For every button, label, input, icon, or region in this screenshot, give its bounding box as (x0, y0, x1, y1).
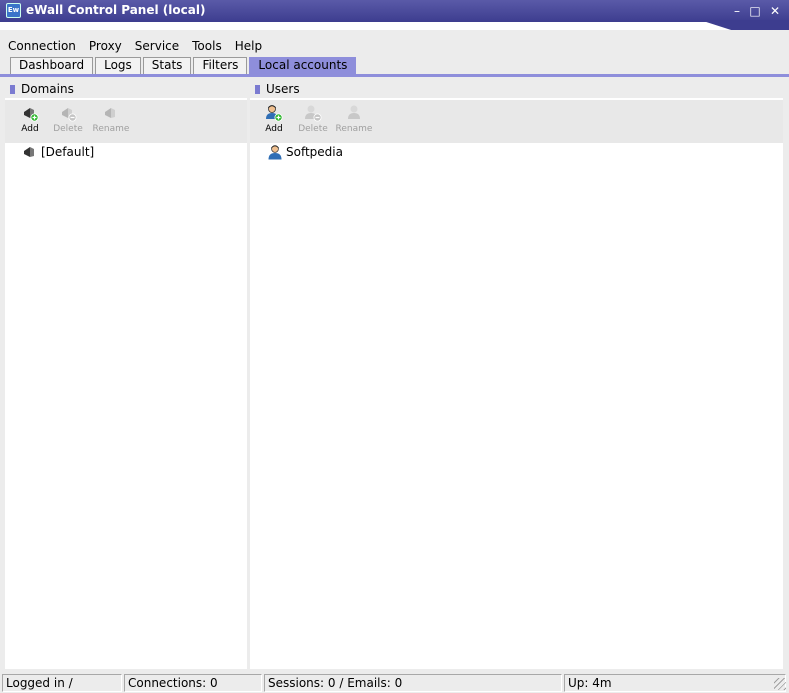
delete-domain-icon (59, 104, 77, 122)
rename-domain-icon (102, 104, 120, 122)
status-login: Logged in / (2, 674, 122, 692)
header-bullet (10, 84, 15, 94)
rename-user-label: Rename (335, 124, 373, 134)
status-sessions: Sessions: 0 / Emails: 0 (264, 674, 562, 692)
rename-domain-label: Rename (92, 124, 130, 134)
maximize-icon[interactable]: □ (746, 3, 764, 19)
rename-user-icon (345, 104, 363, 122)
rename-user-button[interactable]: Rename (332, 104, 376, 140)
user-item-softpedia[interactable]: Softpedia (267, 143, 343, 161)
add-user-icon (265, 104, 283, 122)
domains-toolbar: Add Delete Rename (5, 99, 247, 143)
status-uptime: Up: 4m (564, 674, 786, 692)
users-list: Softpedia (250, 143, 783, 669)
domain-item-default[interactable]: [Default] (22, 143, 94, 161)
menu-tools[interactable]: Tools (184, 37, 227, 55)
domains-header: Domains (5, 80, 247, 98)
tab-filters[interactable]: Filters (193, 57, 248, 74)
delete-user-label: Delete (298, 124, 328, 134)
menu-help[interactable]: Help (227, 37, 267, 55)
menu-service[interactable]: Service (127, 37, 184, 55)
resize-grip-icon[interactable] (774, 678, 786, 690)
tab-stats[interactable]: Stats (142, 57, 192, 74)
add-domain-icon (21, 104, 39, 122)
tab-dashboard[interactable]: Dashboard (10, 57, 94, 74)
close-icon[interactable]: ✕ (766, 3, 784, 19)
user-item-label: Softpedia (286, 145, 343, 159)
users-toolbar: Add Delete Rename (250, 99, 783, 143)
delete-domain-button[interactable]: Delete (46, 104, 90, 140)
header-bullet (255, 84, 260, 94)
tab-underline (0, 74, 789, 77)
domain-icon (22, 144, 38, 160)
window-title: eWall Control Panel (local) (26, 3, 206, 17)
user-icon (267, 144, 283, 160)
menu-bar: Connection Proxy Service Tools Help (0, 37, 267, 55)
minimize-icon[interactable]: – (728, 3, 746, 19)
tab-local-accounts[interactable]: Local accounts (249, 57, 357, 74)
delete-user-button[interactable]: Delete (291, 104, 335, 140)
domain-item-label: [Default] (41, 145, 95, 159)
menu-connection[interactable]: Connection (0, 37, 81, 55)
users-header: Users (250, 80, 783, 98)
title-bar-tail (700, 20, 789, 30)
rename-domain-button[interactable]: Rename (89, 104, 133, 140)
status-connections: Connections: 0 (124, 674, 262, 692)
delete-domain-label: Delete (53, 124, 83, 134)
title-bar: Ew eWall Control Panel (local) – □ ✕ (0, 0, 789, 30)
add-user-button[interactable]: Add (252, 104, 296, 140)
menu-proxy[interactable]: Proxy (81, 37, 127, 55)
domains-panel: Domains Add Delete Rename [Default] (5, 80, 247, 669)
status-bar: Logged in / Connections: 0 Sessions: 0 /… (0, 673, 789, 693)
domains-header-label: Domains (21, 82, 74, 96)
add-user-label: Add (265, 124, 283, 134)
domains-list: [Default] (5, 143, 247, 669)
tab-logs[interactable]: Logs (95, 57, 141, 74)
tab-strip: Dashboard Logs Stats Filters Local accou… (10, 57, 358, 74)
users-panel: Users Add Delete Rename Softpedia (250, 80, 783, 669)
app-icon: Ew (6, 3, 21, 18)
delete-user-icon (304, 104, 322, 122)
users-header-label: Users (266, 82, 300, 96)
